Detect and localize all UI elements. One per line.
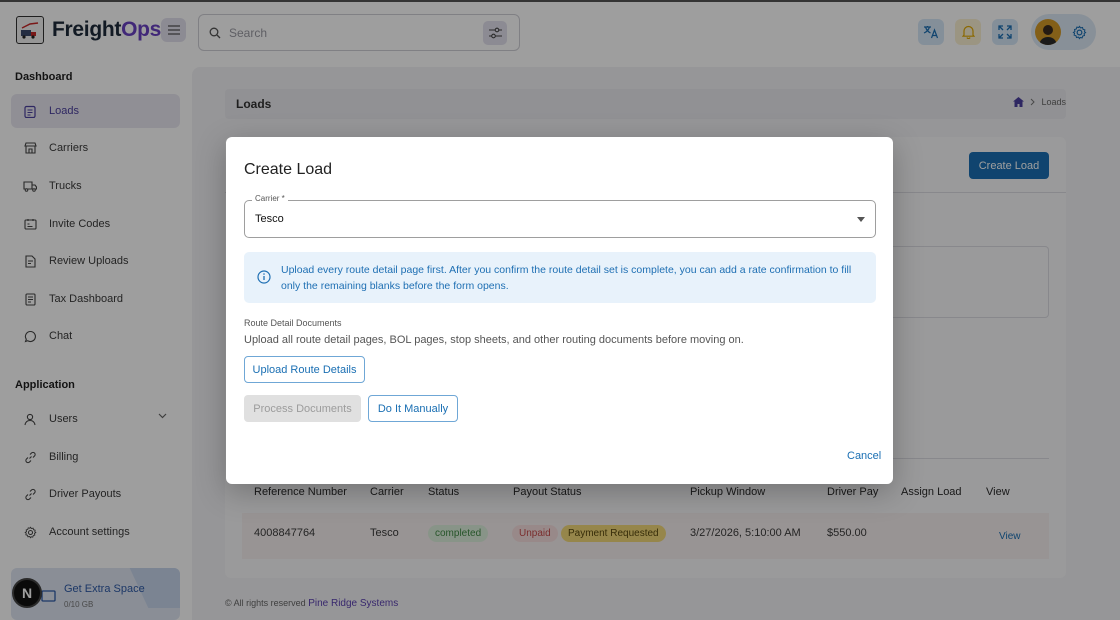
section-label: Route Detail Documents bbox=[244, 318, 342, 328]
dialog-title: Create Load bbox=[244, 161, 333, 178]
process-documents-button[interactable]: Process Documents bbox=[244, 395, 361, 422]
carrier-select-label: Carrier * bbox=[252, 194, 288, 203]
info-icon bbox=[257, 270, 271, 284]
do-it-manually-button[interactable]: Do It Manually bbox=[368, 395, 458, 422]
dropdown-arrow-icon bbox=[857, 217, 865, 222]
info-alert: Upload every route detail page first. Af… bbox=[244, 252, 876, 303]
info-alert-text: Upload every route detail page first. Af… bbox=[281, 264, 852, 292]
carrier-select-value: Tesco bbox=[255, 213, 284, 225]
section-description: Upload all route detail pages, BOL pages… bbox=[244, 334, 744, 346]
carrier-select[interactable]: Carrier * Tesco bbox=[244, 194, 876, 238]
upload-route-details-button[interactable]: Upload Route Details bbox=[244, 356, 365, 383]
cancel-button[interactable]: Cancel bbox=[847, 450, 881, 462]
create-load-dialog: Create Load Carrier * Tesco Upload every… bbox=[226, 137, 893, 484]
